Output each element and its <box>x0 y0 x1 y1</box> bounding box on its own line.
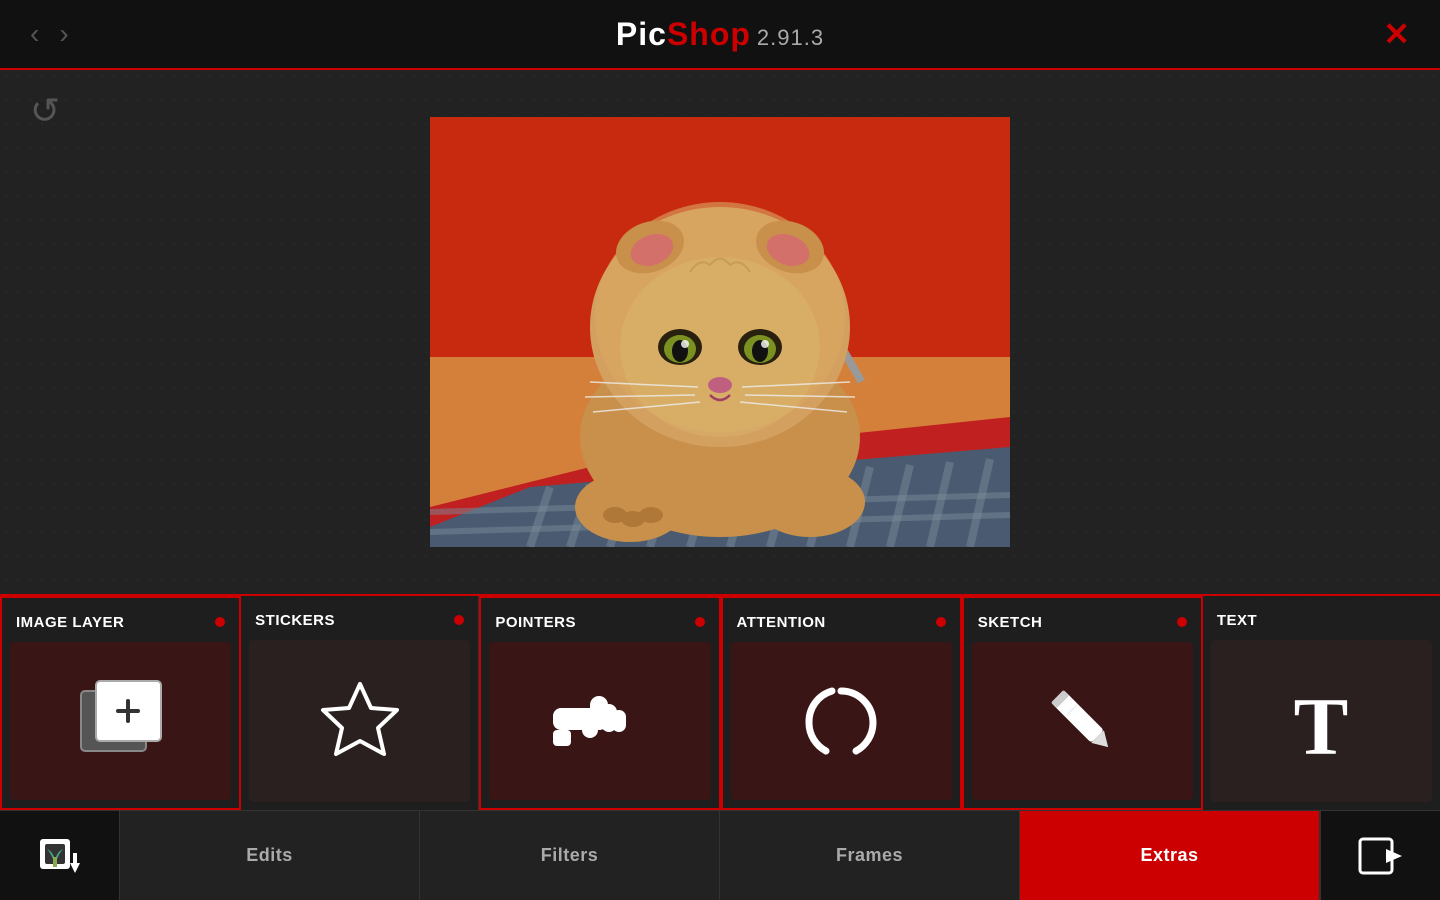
tool-attention[interactable]: ATTENTION <box>721 596 962 810</box>
tool-image-layer-dot <box>215 617 225 627</box>
back-button[interactable]: ‹ <box>30 20 39 48</box>
main-image <box>430 117 1010 547</box>
tool-stickers-label: STICKERS <box>255 612 335 629</box>
tool-stickers-header: STICKERS <box>241 596 478 640</box>
tool-text-label: TEXT <box>1217 612 1257 629</box>
tab-filters[interactable]: Filters <box>420 811 720 900</box>
tool-image-layer-header: IMAGE LAYER <box>2 598 239 642</box>
tool-sketch[interactable]: SKETCH <box>962 596 1203 810</box>
tool-attention-icon <box>731 642 952 800</box>
tab-extras[interactable]: Extras <box>1020 811 1320 900</box>
export-icon <box>1356 831 1406 881</box>
app-name-shop: Shop <box>667 16 751 52</box>
app-title: PicShop2.91.3 <box>616 16 824 53</box>
tool-pointers-dot <box>695 617 705 627</box>
bottom-nav: Edits Filters Frames Extras <box>0 810 1440 900</box>
tool-text-header: TEXT <box>1203 596 1440 640</box>
nav-arrows: ‹ › <box>30 20 69 48</box>
tab-edits-label: Edits <box>246 845 293 866</box>
tool-pointers-icon <box>489 642 710 800</box>
tool-stickers[interactable]: STICKERS <box>241 596 479 810</box>
tool-stickers-dot <box>454 615 464 625</box>
svg-text:T: T <box>1294 681 1349 766</box>
refresh-icon[interactable]: ↺ <box>30 90 60 132</box>
forward-button[interactable]: › <box>59 20 68 48</box>
logo-icon <box>35 831 85 881</box>
tool-sketch-header: SKETCH <box>964 598 1201 642</box>
tool-attention-header: ATTENTION <box>723 598 960 642</box>
tool-attention-label: ATTENTION <box>737 614 826 631</box>
app-name-pic: Pic <box>616 16 667 52</box>
tool-image-layer-icon <box>10 642 231 800</box>
top-bar: ‹ › PicShop2.91.3 ✕ <box>0 0 1440 70</box>
close-button[interactable]: ✕ <box>1383 15 1410 53</box>
canvas-area: ↺ <box>0 70 1440 594</box>
bottom-nav-tabs: Edits Filters Frames Extras <box>120 811 1320 900</box>
tool-image-layer-label: IMAGE LAYER <box>16 614 124 631</box>
tool-attention-dot <box>936 617 946 627</box>
toolbar: IMAGE LAYER STICKERS POINTERS <box>0 594 1440 810</box>
tool-pointers-header: POINTERS <box>481 598 718 642</box>
app-version: 2.91.3 <box>757 25 824 50</box>
tool-sketch-icon <box>972 642 1193 800</box>
tab-frames-label: Frames <box>836 845 903 866</box>
tool-pointers-label: POINTERS <box>495 614 576 631</box>
tool-text[interactable]: TEXT T <box>1203 596 1440 810</box>
tool-sketch-label: SKETCH <box>978 614 1043 631</box>
tab-filters-label: Filters <box>541 845 599 866</box>
export-button[interactable] <box>1320 811 1440 900</box>
tab-edits[interactable]: Edits <box>120 811 420 900</box>
tab-extras-label: Extras <box>1140 845 1198 866</box>
tool-stickers-icon <box>249 640 470 802</box>
tool-sketch-dot <box>1177 617 1187 627</box>
tool-text-icon: T <box>1211 640 1432 802</box>
logo-button[interactable] <box>0 811 120 900</box>
tool-image-layer[interactable]: IMAGE LAYER <box>0 596 241 810</box>
tool-pointers[interactable]: POINTERS <box>479 596 720 810</box>
cat-image-svg <box>430 117 1010 547</box>
tab-frames[interactable]: Frames <box>720 811 1020 900</box>
